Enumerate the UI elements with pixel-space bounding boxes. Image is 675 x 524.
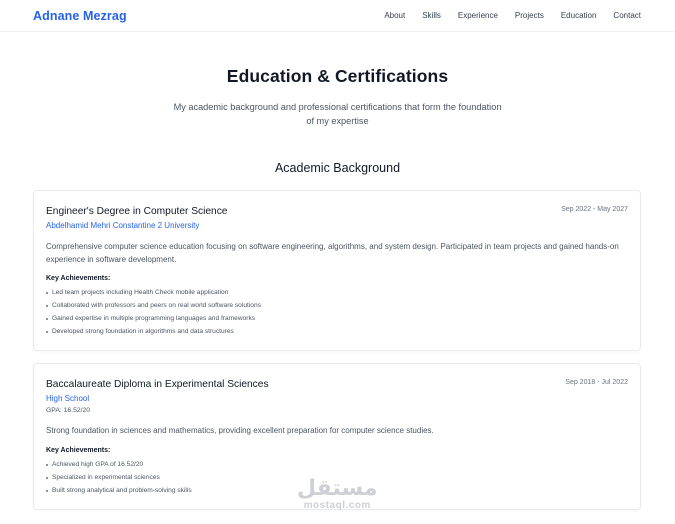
achievement-item: Achieved high GPA of 16.52/20	[46, 458, 628, 471]
gpa-value: GPA: 16.52/20	[46, 407, 91, 414]
hero-section: Education & Certifications My academic b…	[0, 32, 675, 128]
nav-link-projects[interactable]: Projects	[515, 11, 544, 20]
degree-description: Comprehensive computer science education…	[46, 242, 619, 264]
achievements-heading: Key Achievements:	[46, 275, 111, 282]
watermark-latin: mostaql.com	[303, 500, 371, 511]
achievement-item: Collaborated with professors and peers o…	[46, 299, 628, 312]
nav-links: About Skills Experience Projects Educati…	[367, 11, 641, 20]
degree-title: Baccalaureate Diploma in Experimental Sc…	[46, 379, 269, 390]
page-subtitle: My academic background and professional …	[173, 102, 502, 126]
nav-link-skills[interactable]: Skills	[422, 11, 441, 20]
education-card: Sep 2022 - May 2027 Engineer's Degree in…	[33, 190, 641, 351]
nav-link-about[interactable]: About	[384, 11, 405, 20]
section-title: Academic Background	[274, 161, 401, 175]
school-name: High School	[46, 394, 90, 403]
mostaql-watermark: مستقل mostaql.com	[297, 478, 377, 512]
degree-title: Engineer's Degree in Computer Science	[46, 206, 228, 217]
nav-link-experience[interactable]: Experience	[458, 11, 498, 20]
watermark-arabic: مستقل	[297, 476, 378, 501]
achievement-item: Led team projects including Health Check…	[46, 286, 628, 299]
date-range: Sep 2018 - Jul 2022	[565, 379, 628, 386]
achievement-item: Gained expertise in multiple programming…	[46, 312, 628, 325]
achievement-item: Developed strong foundation in algorithm…	[46, 325, 628, 338]
school-name: Abdelhamid Mehri Constantine 2 Universit…	[46, 221, 200, 230]
top-navbar: Adnane Mezrag About Skills Experience Pr…	[0, 0, 675, 32]
degree-description: Strong foundation in sciences and mathem…	[46, 426, 434, 435]
brand-logo[interactable]: Adnane Mezrag	[33, 9, 127, 23]
nav-link-education[interactable]: Education	[561, 11, 597, 20]
date-range: Sep 2022 - May 2027	[561, 206, 628, 213]
nav-link-contact[interactable]: Contact	[613, 11, 641, 20]
page-title: Education & Certifications	[226, 66, 449, 86]
achievements-heading: Key Achievements:	[46, 446, 111, 454]
achievements-list: Led team projects including Health Check…	[46, 286, 628, 338]
education-list: Sep 2022 - May 2027 Engineer's Degree in…	[0, 190, 675, 510]
